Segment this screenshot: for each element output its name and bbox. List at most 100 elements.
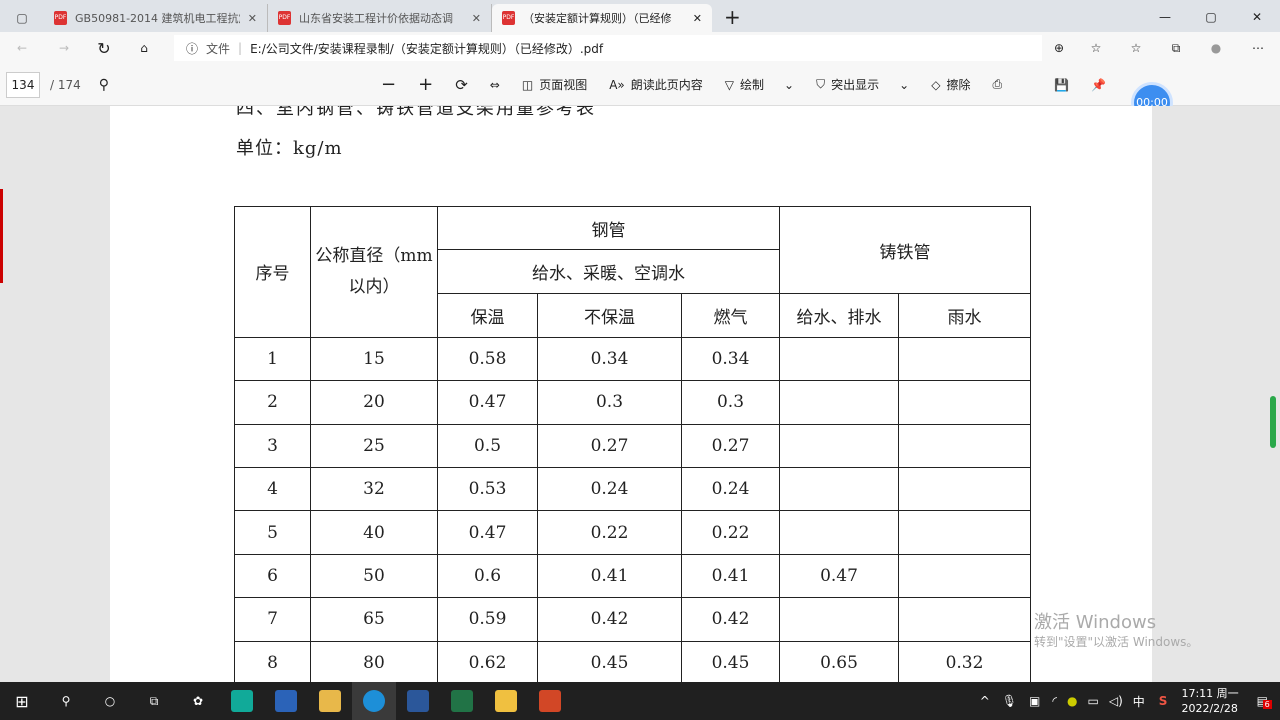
table-row: 5 40 0.47 0.22 0.22: [234, 510, 1031, 555]
close-icon[interactable]: ✕: [248, 12, 257, 25]
scrollbar[interactable]: [1270, 396, 1276, 448]
cortana-icon[interactable]: ○: [88, 682, 132, 720]
save-button[interactable]: 💾: [1054, 78, 1069, 92]
pin-icon[interactable]: 📌: [1091, 78, 1106, 92]
word-icon[interactable]: [396, 682, 440, 720]
table-cell: 0.27: [681, 423, 780, 468]
excel-icon[interactable]: [440, 682, 484, 720]
pdf-icon: PDF: [278, 11, 291, 25]
chevron-down-icon: ⌄: [784, 77, 795, 92]
table-cell: 2: [234, 380, 311, 425]
microphone-icon[interactable]: 🎙: [1002, 694, 1017, 708]
print-button[interactable]: ⎙: [992, 77, 1002, 92]
maximize-button[interactable]: ▢: [1188, 10, 1234, 24]
tray-chevron-icon[interactable]: ^: [980, 694, 990, 708]
table-row: 6 50 0.6 0.41 0.41 0.47: [234, 553, 1031, 599]
info-icon: ⓘ: [186, 41, 199, 56]
table-cell: 5: [234, 510, 311, 555]
table-cell: 0.22: [681, 510, 780, 555]
rotate-button[interactable]: ⟳: [455, 76, 468, 94]
app-icon[interactable]: ✿: [176, 682, 220, 720]
table-cell: 0.47: [437, 380, 538, 425]
read-aloud-button[interactable]: A» 朗读此页内容: [609, 76, 703, 93]
edge-icon[interactable]: [352, 682, 396, 720]
powerpoint-icon[interactable]: [528, 682, 572, 720]
close-icon[interactable]: ✕: [472, 12, 481, 25]
table-cell: 7: [234, 597, 311, 642]
start-button[interactable]: ⊞: [0, 682, 44, 720]
tab-shandong[interactable]: PDF 山东省安装工程计价依据动态调 ✕: [268, 4, 492, 32]
header-gas: 燃气: [681, 293, 780, 338]
app-green-icon[interactable]: [220, 682, 264, 720]
pdf-icon: PDF: [502, 11, 515, 25]
table-cell: 32: [310, 466, 438, 512]
table-cell: 3: [234, 423, 311, 468]
favorites-icon[interactable]: ☆: [1116, 41, 1156, 55]
table-cell: 0.3: [681, 380, 780, 425]
page-view-button[interactable]: ◫ 页面视图: [522, 76, 587, 93]
favorite-add-icon[interactable]: ☆: [1076, 41, 1116, 55]
page-view-icon: ◫: [521, 77, 534, 92]
back-button[interactable]: ←: [0, 41, 44, 55]
tray-app-icon[interactable]: ▣: [1029, 694, 1040, 708]
app-cad-icon[interactable]: [264, 682, 308, 720]
table-cell: 0.34: [537, 336, 682, 382]
security-icon[interactable]: ●: [1067, 694, 1077, 708]
minimize-button[interactable]: —: [1142, 10, 1188, 24]
header-rain: 雨水: [898, 293, 1031, 338]
support-quantity-table: 序号 公称直径（mm以内） 钢管 铸铁管 给水、采暖、空调水 保温 不保温 燃气…: [234, 205, 1031, 682]
battery-icon[interactable]: ▭: [1088, 694, 1099, 708]
close-window-button[interactable]: ✕: [1234, 10, 1280, 24]
ime-indicator[interactable]: 中: [1133, 693, 1145, 710]
unit-label: 单位：kg/m: [236, 138, 343, 159]
table-cell: 8: [234, 640, 311, 682]
forward-button[interactable]: →: [44, 41, 84, 55]
table-cell: [898, 336, 1031, 382]
notification-center-icon[interactable]: ▤6: [1257, 694, 1272, 709]
highlight-button[interactable]: ⛉ 突出显示 ⌄: [816, 76, 909, 93]
draw-button[interactable]: ▽ 绘制 ⌄: [725, 76, 794, 93]
page-number-input[interactable]: 134: [6, 71, 40, 98]
search-icon[interactable]: ⚲: [99, 77, 109, 93]
highlight-icon: ⛉: [816, 77, 826, 91]
taskbar: ⊞ ⚲ ○ ⧉ ✿ ^ 🎙 ▣ ◜ ● ▭ ◁) 中 S 17:11 周一 202…: [0, 682, 1280, 720]
tab-gb50981[interactable]: PDF GB50981-2014 建筑机电工程抗震 ✕: [44, 4, 268, 32]
search-icon[interactable]: ⚲: [44, 682, 88, 720]
table-row: 4 32 0.53 0.24 0.24: [234, 466, 1031, 512]
table-cell: 25: [310, 423, 438, 468]
table-cell: [779, 336, 899, 382]
erase-button[interactable]: ◇ 擦除: [931, 76, 970, 93]
home-button[interactable]: ⌂: [124, 41, 164, 55]
zoom-in-button[interactable]: +: [418, 74, 433, 95]
sogou-icon[interactable]: S: [1159, 694, 1168, 708]
zoom-out-button[interactable]: −: [381, 74, 396, 95]
tab-actions-icon[interactable]: ▢: [0, 4, 44, 32]
table-cell: 0.34: [681, 336, 780, 382]
tab-active-rules[interactable]: PDF （安装定额计算规则）（已经修 ✕: [492, 4, 712, 32]
zoom-icon[interactable]: ⊕: [1042, 41, 1076, 55]
app-folder-blue-icon[interactable]: [308, 682, 352, 720]
table-cell: 0.58: [437, 336, 538, 382]
collections-icon[interactable]: ⧉: [1156, 41, 1196, 56]
wifi-icon[interactable]: ◜: [1052, 694, 1057, 708]
task-view-icon[interactable]: ⧉: [132, 682, 176, 720]
fit-width-button[interactable]: ⇔: [490, 78, 500, 92]
volume-icon[interactable]: ◁): [1109, 694, 1123, 708]
clock[interactable]: 17:11 周一 2022/2/28: [1181, 686, 1238, 716]
table-row: 7 65 0.59 0.42 0.42: [234, 597, 1031, 642]
header-no: 序号: [234, 206, 311, 338]
table-cell: 0.22: [537, 510, 682, 555]
table-cell: 0.47: [437, 510, 538, 555]
refresh-button[interactable]: ↻: [84, 39, 124, 58]
url-input[interactable]: ⓘ 文件 | E:/公司文件/安装课程录制/（安装定额计算规则）（已经修改）.p…: [174, 35, 1042, 61]
notification-count-badge: 6: [1262, 700, 1272, 709]
avatar[interactable]: ●: [1196, 41, 1236, 55]
pdf-toolbar: 134 / 174 ⚲ − + ⟳ ⇔ ◫ 页面视图 A» 朗读此页内容 ▽ 绘制 ⌄ …: [0, 64, 1280, 106]
table-cell: [898, 597, 1031, 642]
close-icon[interactable]: ✕: [693, 12, 702, 25]
file-explorer-icon[interactable]: [484, 682, 528, 720]
more-icon[interactable]: ⋯: [1236, 41, 1280, 55]
table-row: 8 80 0.62 0.45 0.45 0.65 0.32: [234, 640, 1031, 682]
new-tab-button[interactable]: +: [724, 5, 741, 29]
table-cell: 15: [310, 336, 438, 382]
